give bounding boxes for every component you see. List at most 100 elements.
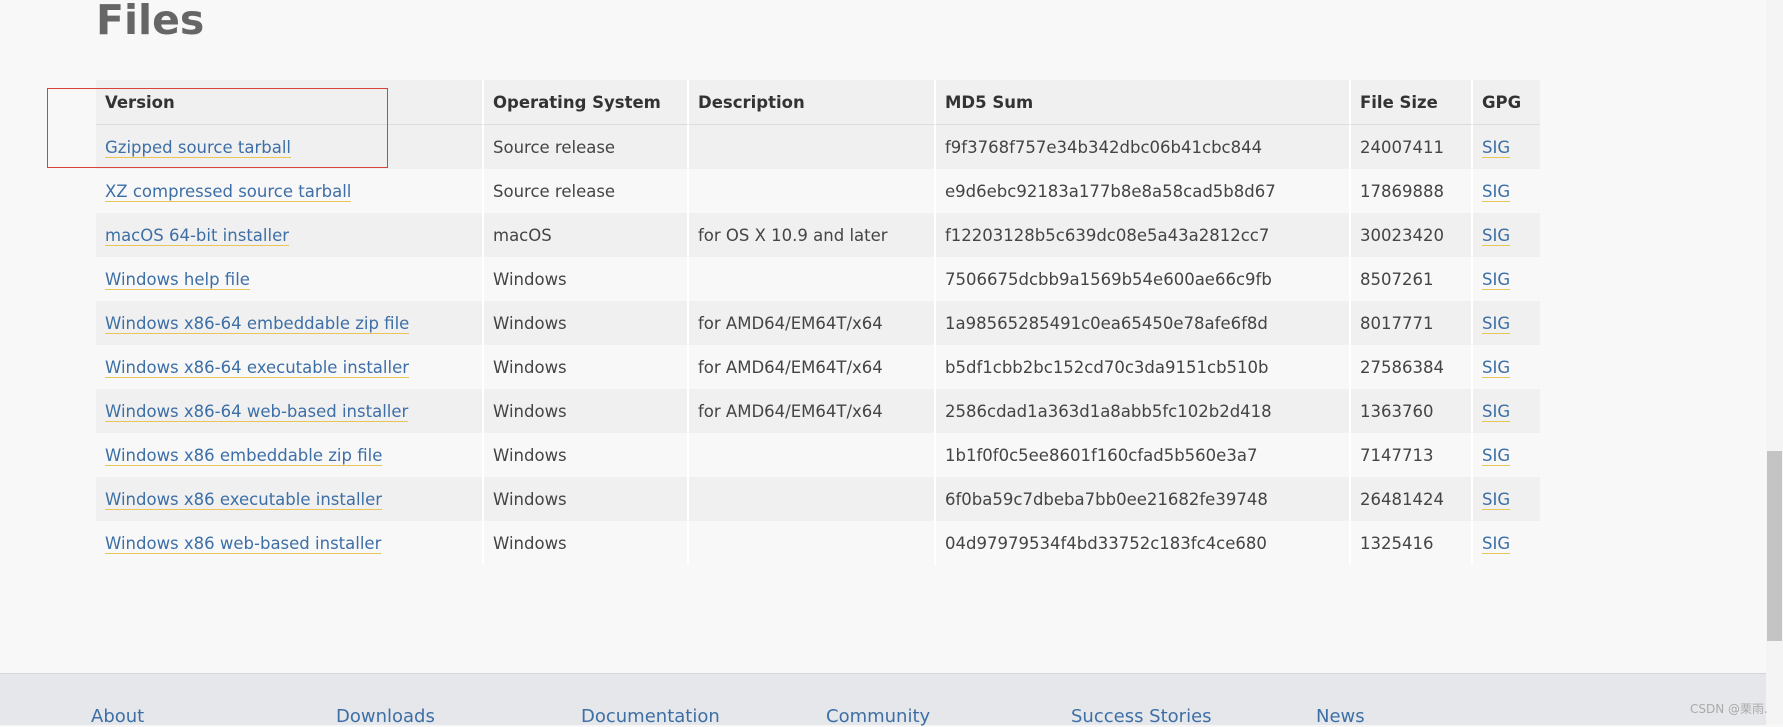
- os-cell: Windows: [484, 477, 689, 521]
- version-cell: Windows x86 web-based installer: [96, 521, 484, 565]
- gpg-cell: SIG: [1473, 521, 1540, 565]
- version-download-link[interactable]: Windows x86-64 executable installer: [105, 357, 410, 378]
- gpg-cell: SIG: [1473, 213, 1540, 257]
- table-row: Windows help file Windows 7506675dcbb9a1…: [96, 257, 1540, 301]
- description-cell: [689, 477, 936, 521]
- gpg-cell: SIG: [1473, 301, 1540, 345]
- table-row: Windows x86-64 executable installer Wind…: [96, 345, 1540, 389]
- version-cell: Windows x86-64 web-based installer: [96, 389, 484, 433]
- description-cell: for AMD64/EM64T/x64: [689, 301, 936, 345]
- file-size-cell: 24007411: [1351, 125, 1473, 169]
- sig-link[interactable]: SIG: [1482, 225, 1511, 246]
- file-size-cell: 17869888: [1351, 169, 1473, 213]
- gpg-cell: SIG: [1473, 477, 1540, 521]
- version-cell: Windows x86-64 embeddable zip file: [96, 301, 484, 345]
- sig-link[interactable]: SIG: [1482, 533, 1511, 554]
- md5-cell: 1b1f0f0c5ee8601f160cfad5b560e3a7: [936, 433, 1351, 477]
- table-row: macOS 64-bit installer macOS for OS X 10…: [96, 213, 1540, 257]
- table-header-row: Version Operating System Description MD5…: [96, 80, 1540, 125]
- csdn-watermark: CSDN @栗雨.: [1690, 702, 1768, 716]
- column-header-gpg: GPG: [1473, 80, 1540, 125]
- md5-cell: f12203128b5c639dc08e5a43a2812cc7: [936, 213, 1351, 257]
- os-cell: Windows: [484, 521, 689, 565]
- gpg-cell: SIG: [1473, 169, 1540, 213]
- description-cell: for AMD64/EM64T/x64: [689, 389, 936, 433]
- file-size-cell: 1325416: [1351, 521, 1473, 565]
- table-row: Windows x86-64 embeddable zip file Windo…: [96, 301, 1540, 345]
- column-header-md5: MD5 Sum: [936, 80, 1351, 125]
- sig-link[interactable]: SIG: [1482, 313, 1511, 334]
- os-cell: Windows: [484, 345, 689, 389]
- column-header-version: Version: [96, 80, 484, 125]
- sig-link[interactable]: SIG: [1482, 137, 1511, 158]
- version-download-link[interactable]: XZ compressed source tarball: [105, 181, 352, 202]
- version-download-link[interactable]: Gzipped source tarball: [105, 137, 292, 158]
- file-size-cell: 8507261: [1351, 257, 1473, 301]
- os-cell: Windows: [484, 257, 689, 301]
- sig-link[interactable]: SIG: [1482, 269, 1511, 290]
- gpg-cell: SIG: [1473, 389, 1540, 433]
- version-cell: macOS 64-bit installer: [96, 213, 484, 257]
- sig-link[interactable]: SIG: [1482, 489, 1511, 510]
- version-download-link[interactable]: Windows x86-64 embeddable zip file: [105, 313, 410, 334]
- site-footer: About Downloads Documentation Community …: [0, 673, 1766, 727]
- version-download-link[interactable]: Windows x86 executable installer: [105, 489, 383, 510]
- version-download-link[interactable]: Windows help file: [105, 269, 250, 290]
- description-cell: [689, 521, 936, 565]
- version-cell: Gzipped source tarball: [96, 125, 484, 169]
- scrollbar-thumb[interactable]: [1767, 451, 1782, 641]
- os-cell: Source release: [484, 125, 689, 169]
- gpg-cell: SIG: [1473, 433, 1540, 477]
- gpg-cell: SIG: [1473, 257, 1540, 301]
- os-cell: Windows: [484, 389, 689, 433]
- description-cell: for AMD64/EM64T/x64: [689, 345, 936, 389]
- md5-cell: 2586cdad1a363d1a8abb5fc102b2d418: [936, 389, 1351, 433]
- os-cell: Source release: [484, 169, 689, 213]
- version-download-link[interactable]: macOS 64-bit installer: [105, 225, 290, 246]
- version-download-link[interactable]: Windows x86 web-based installer: [105, 533, 382, 554]
- version-cell: Windows x86 embeddable zip file: [96, 433, 484, 477]
- md5-cell: 1a98565285491c0ea65450e78afe6f8d: [936, 301, 1351, 345]
- column-header-os: Operating System: [484, 80, 689, 125]
- column-header-description: Description: [689, 80, 936, 125]
- version-cell: Windows help file: [96, 257, 484, 301]
- os-cell: Windows: [484, 301, 689, 345]
- file-size-cell: 8017771: [1351, 301, 1473, 345]
- files-table: Version Operating System Description MD5…: [96, 80, 1540, 565]
- sig-link[interactable]: SIG: [1482, 357, 1511, 378]
- description-cell: [689, 169, 936, 213]
- description-cell: [689, 257, 936, 301]
- page-title: Files: [96, 0, 205, 44]
- table-row: Gzipped source tarball Source release f9…: [96, 125, 1540, 169]
- version-download-link[interactable]: Windows x86 embeddable zip file: [105, 445, 383, 466]
- file-size-cell: 1363760: [1351, 389, 1473, 433]
- sig-link[interactable]: SIG: [1482, 181, 1511, 202]
- column-header-file-size: File Size: [1351, 80, 1473, 125]
- sig-link[interactable]: SIG: [1482, 401, 1511, 422]
- version-cell: Windows x86-64 executable installer: [96, 345, 484, 389]
- md5-cell: f9f3768f757e34b342dbc06b41cbc844: [936, 125, 1351, 169]
- description-cell: [689, 433, 936, 477]
- os-cell: Windows: [484, 433, 689, 477]
- file-size-cell: 26481424: [1351, 477, 1473, 521]
- file-size-cell: 30023420: [1351, 213, 1473, 257]
- table-row: Windows x86 web-based installer Windows …: [96, 521, 1540, 565]
- os-cell: macOS: [484, 213, 689, 257]
- description-cell: for OS X 10.9 and later: [689, 213, 936, 257]
- file-size-cell: 7147713: [1351, 433, 1473, 477]
- version-cell: XZ compressed source tarball: [96, 169, 484, 213]
- md5-cell: b5df1cbb2bc152cd70c3da9151cb510b: [936, 345, 1351, 389]
- table-row: XZ compressed source tarball Source rele…: [96, 169, 1540, 213]
- gpg-cell: SIG: [1473, 345, 1540, 389]
- table-row: Windows x86 embeddable zip file Windows …: [96, 433, 1540, 477]
- md5-cell: 7506675dcbb9a1569b54e600ae66c9fb: [936, 257, 1351, 301]
- gpg-cell: SIG: [1473, 125, 1540, 169]
- md5-cell: 6f0ba59c7dbeba7bb0ee21682fe39748: [936, 477, 1351, 521]
- file-size-cell: 27586384: [1351, 345, 1473, 389]
- md5-cell: 04d97979534f4bd33752c183fc4ce680: [936, 521, 1351, 565]
- description-cell: [689, 125, 936, 169]
- version-cell: Windows x86 executable installer: [96, 477, 484, 521]
- table-row: Windows x86 executable installer Windows…: [96, 477, 1540, 521]
- version-download-link[interactable]: Windows x86-64 web-based installer: [105, 401, 409, 422]
- sig-link[interactable]: SIG: [1482, 445, 1511, 466]
